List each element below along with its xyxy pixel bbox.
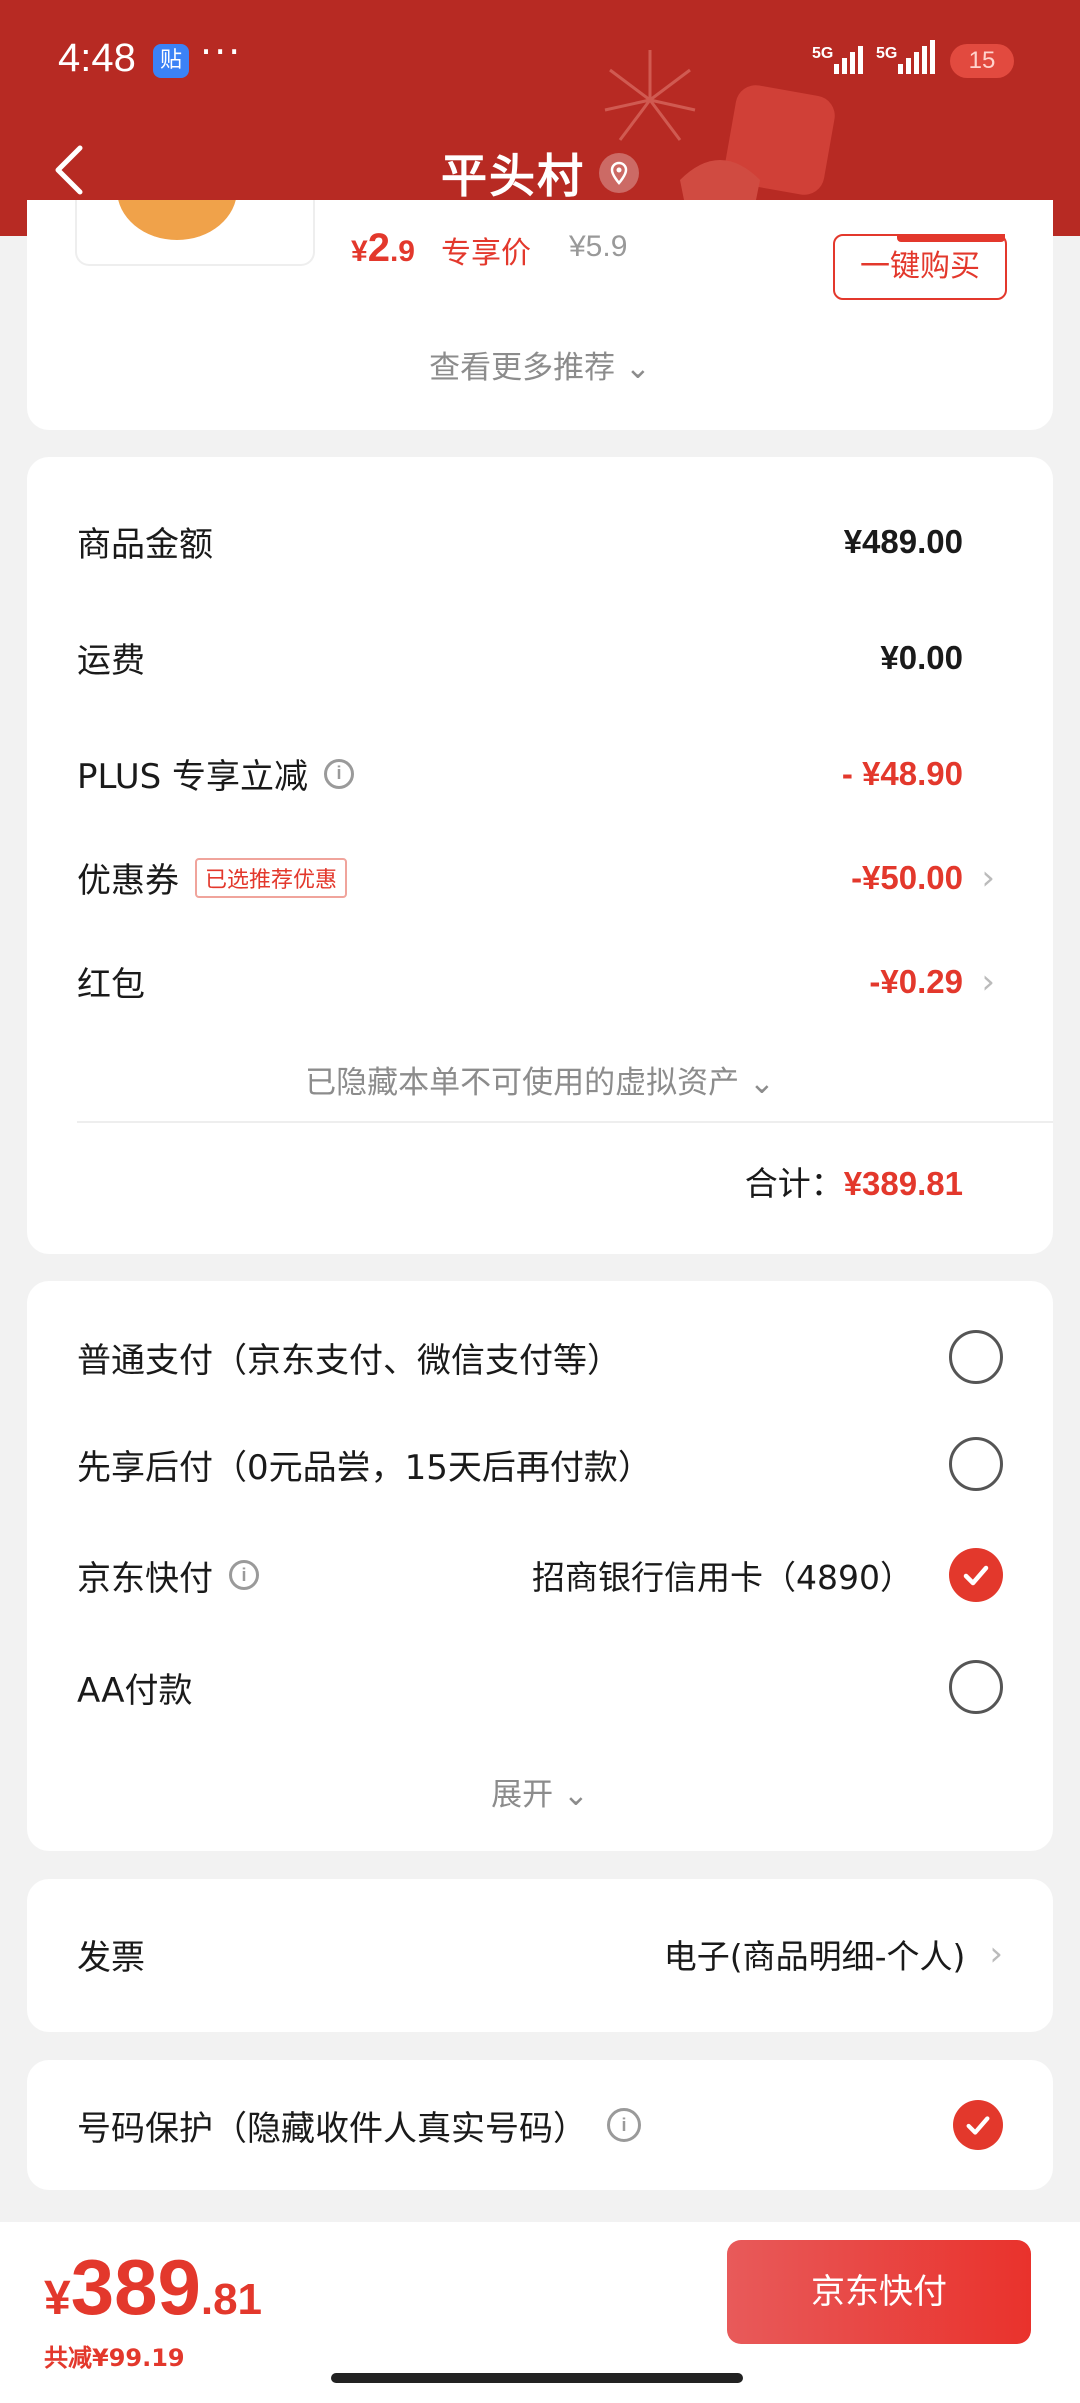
number-protection-row[interactable]: 号码保护（隐藏收件人真实号码） i <box>77 2095 1003 2155</box>
checkout-bar: ¥389.81 共减¥99.19 京东快付 <box>0 2222 1080 2403</box>
plus-discount-label: PLUS 专享立减 <box>77 757 309 797</box>
payment-option-label: AA付款 <box>77 1670 193 1711</box>
order-summary-card: 商品金额 ¥489.00 运费 ¥0.00 PLUS 专享立减 i - ¥48.… <box>27 457 1053 1254</box>
plus-discount-value: - ¥48.90 <box>841 754 963 792</box>
coupon-badge: 已选推荐优惠 <box>195 857 348 898</box>
coupon-label: 优惠券 <box>77 861 179 901</box>
svg-text:5G: 5G <box>876 45 897 62</box>
red-packet-value: -¥0.29 <box>869 962 963 1000</box>
chevron-right-icon: › <box>981 857 995 898</box>
recommendation-card: ¥2.9 专享价 ¥5.9 一键购买 查看更多推荐 ⌄ <box>27 200 1053 430</box>
exclusive-price-tag: 专享价 <box>441 236 531 271</box>
app-notification-icon: 贴 <box>153 44 189 78</box>
chevron-right-icon: › <box>989 1934 1003 1974</box>
invoice-card[interactable]: 发票 电子(商品明细-个人) › <box>27 1879 1053 2032</box>
radio-button[interactable] <box>949 1437 1003 1491</box>
final-price: ¥389.81 <box>44 2243 263 2331</box>
total-value: ¥389.81 <box>843 1165 963 1202</box>
payment-method-card: 普通支付（京东支付、微信支付等） 先享后付（0元品尝，15天后再付款） 京东快付… <box>27 1281 1053 1851</box>
checked-checkbox-icon[interactable] <box>953 2100 1003 2150</box>
info-icon[interactable]: i <box>229 1560 259 1590</box>
divider <box>77 1121 1053 1123</box>
payment-option-pay-later[interactable]: 先享后付（0元品尝，15天后再付款） <box>77 1434 1003 1494</box>
buy-button-tab <box>897 234 1005 242</box>
jd-quickpay-submit-button[interactable]: 京东快付 <box>727 2240 1031 2344</box>
checked-radio-icon[interactable] <box>949 1548 1003 1602</box>
more-recommendations-link[interactable]: 查看更多推荐 ⌄ <box>27 342 1053 387</box>
total-label: 合计： <box>744 1164 844 1203</box>
red-packet-row[interactable]: 红包 -¥0.29 › <box>77 957 995 1006</box>
battery-icon: 15 <box>950 44 1014 78</box>
total-saved: 共减¥99.19 <box>44 2344 185 2372</box>
red-packet-label: 红包 <box>77 965 145 1005</box>
status-time: 4:48 <box>58 36 136 80</box>
hidden-assets-toggle[interactable]: 已隐藏本单不可使用的虚拟资产 ⌄ <box>27 1057 1053 1102</box>
chevron-right-icon: › <box>981 961 995 1002</box>
home-indicator[interactable] <box>331 2373 743 2383</box>
location-icon[interactable] <box>599 153 639 193</box>
svg-text:5G: 5G <box>812 45 833 62</box>
radio-button[interactable] <box>949 1660 1003 1714</box>
original-price: ¥5.9 <box>569 230 628 263</box>
invoice-label: 发票 <box>77 1937 145 1978</box>
product-thumbnail[interactable] <box>75 200 315 266</box>
goods-amount-label: 商品金额 <box>77 525 213 565</box>
total-row: 合计：¥389.81 <box>745 1157 963 1205</box>
number-protection-card: 号码保护（隐藏收件人真实号码） i <box>27 2060 1053 2190</box>
expand-payment-options[interactable]: 展开 ⌄ <box>27 1769 1053 1814</box>
payment-option-label: 先享后付（0元品尝，15天后再付款） <box>77 1447 652 1488</box>
payment-option-normal[interactable]: 普通支付（京东支付、微信支付等） <box>77 1327 1003 1387</box>
number-protection-label: 号码保护（隐藏收件人真实号码） <box>77 2108 587 2149</box>
recommend-price: ¥2.9 <box>351 226 415 270</box>
payment-option-aa[interactable]: AA付款 <box>77 1657 1003 1717</box>
info-icon[interactable]: i <box>607 2108 641 2142</box>
page-title: 平头村 <box>441 149 585 203</box>
radio-button[interactable] <box>949 1330 1003 1384</box>
shipping-label: 运费 <box>77 641 145 681</box>
one-click-buy-button[interactable]: 一键购买 <box>833 234 1007 300</box>
coupon-value: -¥50.00 <box>851 858 963 896</box>
more-notifications-icon: ··· <box>200 30 243 74</box>
payment-option-jd-quickpay[interactable]: 京东快付 i 招商银行信用卡（4890） <box>77 1545 1003 1605</box>
signal-icon: 5G 5G <box>812 40 935 74</box>
goods-amount-value: ¥489.00 <box>843 522 963 560</box>
coupon-row[interactable]: 优惠券 已选推荐优惠 -¥50.00 › <box>77 853 995 902</box>
goods-amount-row: 商品金额 ¥489.00 <box>77 517 963 566</box>
shipping-row: 运费 ¥0.00 <box>77 633 963 682</box>
info-icon[interactable]: i <box>324 758 355 789</box>
shipping-value: ¥0.00 <box>880 638 963 676</box>
invoice-row[interactable]: 发票 电子(商品明细-个人) › <box>77 1924 1003 1984</box>
bank-card-label[interactable]: 招商银行信用卡（4890） <box>532 1551 913 1599</box>
page-title-wrap: 平头村 <box>0 140 1080 206</box>
invoice-value: 电子(商品明细-个人) <box>663 1937 966 1976</box>
payment-option-label: 京东快付 <box>77 1558 213 1599</box>
plus-discount-row: PLUS 专享立减 i - ¥48.90 <box>77 749 963 798</box>
payment-option-label: 普通支付（京东支付、微信支付等） <box>77 1340 621 1381</box>
